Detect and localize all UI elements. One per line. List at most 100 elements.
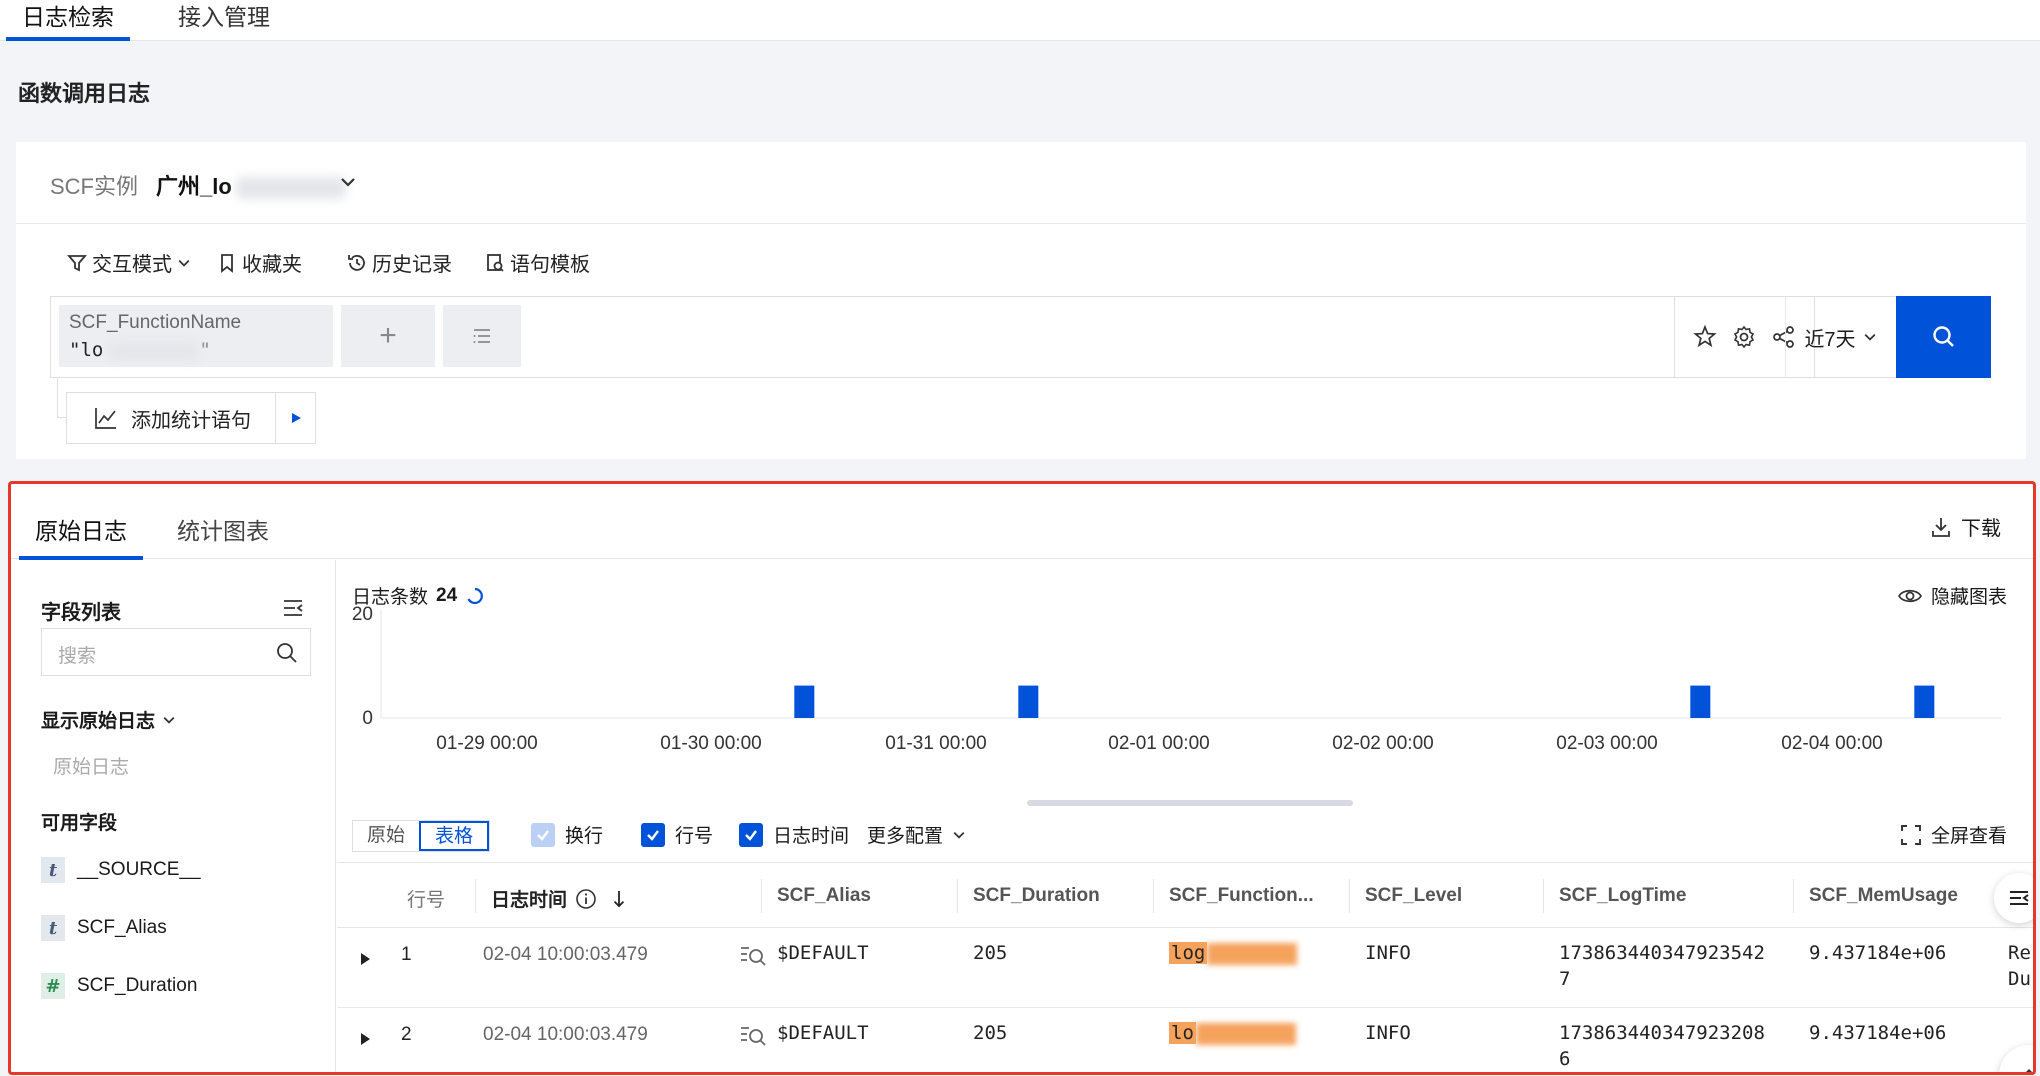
download-icon bbox=[1932, 517, 1950, 537]
field-search-input[interactable]: 搜索 bbox=[41, 628, 311, 676]
filter-field-name: SCF_FunctionName bbox=[69, 312, 242, 333]
row-mem-usage: 9.437184e+06 bbox=[1809, 942, 1947, 964]
col-scf-level[interactable]: SCF_Level bbox=[1348, 879, 1462, 913]
line-number-label: 行号 bbox=[675, 826, 714, 847]
field-list-title: 字段列表 bbox=[41, 602, 121, 624]
row-logtime: 173863440347923208 6 bbox=[1559, 1022, 1765, 1070]
loading-spinner-icon bbox=[467, 587, 484, 604]
histogram-bar[interactable] bbox=[1914, 685, 1935, 718]
fullscreen-label: 全屏查看 bbox=[1930, 826, 2007, 847]
search-icon bbox=[1932, 326, 1954, 347]
search-button[interactable] bbox=[1896, 296, 1991, 378]
mode-label: 交互模式 bbox=[92, 254, 172, 276]
row-extra: Re Du bbox=[2008, 942, 2031, 990]
col-log-time[interactable]: 日志时间 bbox=[474, 879, 627, 913]
histogram-bar[interactable] bbox=[1018, 685, 1039, 718]
field-item[interactable]: t SCF_Alias bbox=[41, 915, 167, 941]
result-panel: 原始日志 统计图表 下载 字段列表 搜索 显示原始日志 原始日志 可用字段 t … bbox=[8, 481, 2036, 1075]
collapse-panel-icon[interactable] bbox=[281, 596, 305, 620]
run-stats-button[interactable] bbox=[276, 392, 316, 444]
histogram-bar[interactable] bbox=[794, 685, 815, 718]
col-scf-function[interactable]: SCF_Function... bbox=[1153, 879, 1314, 913]
row-number: 2 bbox=[401, 1024, 412, 1045]
context-search-icon[interactable] bbox=[739, 944, 767, 968]
y-tick-label: 20 bbox=[352, 604, 373, 625]
redacted-region bbox=[235, 177, 346, 200]
tab-raw-log[interactable]: 原始日志 bbox=[19, 512, 143, 560]
table-view-button[interactable]: 表格 bbox=[419, 821, 490, 851]
x-tick-label: 02-03 00:00 bbox=[1556, 733, 1657, 754]
histogram-bar[interactable] bbox=[1690, 685, 1711, 718]
sort-descending-icon[interactable] bbox=[611, 889, 627, 909]
field-item[interactable]: # SCF_Duration bbox=[41, 973, 197, 999]
wrap-checkbox[interactable]: 换行 bbox=[531, 821, 603, 848]
row-alias: $DEFAULT bbox=[777, 1022, 869, 1044]
tab-stats-chart[interactable]: 统计图表 bbox=[177, 512, 269, 546]
row-duration: 205 bbox=[973, 1022, 1008, 1044]
chevron-down-icon[interactable] bbox=[338, 172, 358, 192]
list-icon bbox=[473, 329, 490, 343]
instance-value: 广州_lo bbox=[156, 174, 232, 199]
more-settings-dropdown[interactable]: 更多配置 bbox=[867, 821, 967, 848]
list-view-button[interactable] bbox=[443, 305, 521, 367]
view-mode-toggle: 原始 表格 bbox=[352, 820, 491, 852]
col-line-number: 行号 bbox=[407, 890, 446, 911]
raw-view-button[interactable]: 原始 bbox=[353, 821, 419, 851]
log-histogram: 20 0 01-29 00:00 01-30 00:00 01-31 00:00 02-0… bbox=[352, 604, 2001, 806]
add-stats-button[interactable]: 添加统计语句 bbox=[66, 392, 276, 444]
expand-row-icon[interactable] bbox=[359, 1032, 371, 1046]
table-header: 行号 日志时间 SCF_Alias SCF_Duration SCF_Funct… bbox=[337, 862, 2033, 928]
filter-icon bbox=[67, 254, 87, 271]
filter-chip[interactable]: SCF_FunctionName "lo " bbox=[59, 305, 333, 367]
table-row[interactable]: 2 02-04 10:00:03.479 $DEFAULT 205 lo INF… bbox=[337, 1008, 2033, 1072]
y-tick-label: 0 bbox=[362, 708, 373, 729]
text-type-icon: t bbox=[41, 857, 65, 883]
column-settings-button[interactable] bbox=[1994, 873, 2033, 923]
row-number: 1 bbox=[401, 944, 412, 965]
query-input[interactable]: SCF_FunctionName "lo " + bbox=[50, 296, 1675, 378]
page-title: 函数调用日志 bbox=[18, 81, 151, 106]
column-settings-icon bbox=[2010, 891, 2029, 905]
gear-icon[interactable] bbox=[1731, 324, 1757, 350]
chart-scrollbar[interactable] bbox=[1027, 800, 1353, 806]
field-item[interactable]: t __SOURCE__ bbox=[41, 857, 201, 883]
row-function-name: lo bbox=[1169, 1022, 1296, 1045]
info-icon[interactable] bbox=[575, 888, 597, 910]
line-number-checkbox[interactable]: 行号 bbox=[641, 821, 713, 848]
top-tab-bar: 日志检索 接入管理 bbox=[0, 0, 2040, 41]
favorites-label: 收藏夹 bbox=[242, 254, 302, 276]
instance-selector[interactable]: 广州_lo bbox=[156, 169, 346, 201]
tab-access-management[interactable]: 接入管理 bbox=[178, 0, 270, 41]
col-scf-alias[interactable]: SCF_Alias bbox=[761, 879, 871, 913]
context-search-icon[interactable] bbox=[739, 1024, 767, 1048]
add-filter-button[interactable]: + bbox=[341, 305, 435, 367]
chevron-down-icon bbox=[178, 259, 190, 267]
download-button[interactable]: 下载 bbox=[1929, 512, 2001, 541]
checkbox-checked-icon bbox=[739, 822, 763, 847]
tab-log-search[interactable]: 日志检索 bbox=[6, 0, 130, 41]
col-scf-logtime[interactable]: SCF_LogTime bbox=[1542, 879, 1686, 913]
instance-row: SCF实例 广州_lo bbox=[16, 142, 2026, 224]
col-scf-memusage[interactable]: SCF_MemUsage bbox=[1793, 879, 1958, 913]
time-range-label: 近7天 bbox=[1804, 328, 1856, 351]
mode-dropdown[interactable]: 交互模式 bbox=[66, 248, 192, 277]
templates-button[interactable]: 语句模板 bbox=[484, 248, 590, 277]
history-button[interactable]: 历史记录 bbox=[346, 248, 452, 277]
col-scf-duration[interactable]: SCF_Duration bbox=[957, 879, 1100, 913]
star-icon[interactable] bbox=[1692, 324, 1718, 350]
log-time-checkbox[interactable]: 日志时间 bbox=[739, 821, 849, 848]
redacted-region bbox=[1207, 942, 1298, 965]
show-raw-log-toggle[interactable]: 显示原始日志 bbox=[41, 706, 177, 733]
expand-row-icon[interactable] bbox=[359, 952, 371, 966]
table-row[interactable]: 1 02-04 10:00:03.479 $DEFAULT 205 log IN… bbox=[337, 928, 2033, 1008]
fullscreen-button[interactable]: 全屏查看 bbox=[1899, 821, 2007, 848]
favorites-button[interactable]: 收藏夹 bbox=[216, 248, 302, 277]
row-mem-usage: 9.437184e+06 bbox=[1809, 1022, 1947, 1044]
row-duration: 205 bbox=[973, 942, 1008, 964]
search-card: SCF实例 广州_lo 交互模式 收藏夹 历史记录 语句模板 SCF_Funct… bbox=[16, 142, 2026, 459]
x-tick-label: 02-02 00:00 bbox=[1332, 733, 1433, 754]
row-logtime: 173863440347923542 7 bbox=[1559, 942, 1765, 990]
x-tick-label: 01-29 00:00 bbox=[436, 733, 537, 754]
time-range-select[interactable]: 近7天 bbox=[1785, 296, 1897, 378]
result-tabs: 原始日志 统计图表 下载 bbox=[11, 484, 2033, 560]
